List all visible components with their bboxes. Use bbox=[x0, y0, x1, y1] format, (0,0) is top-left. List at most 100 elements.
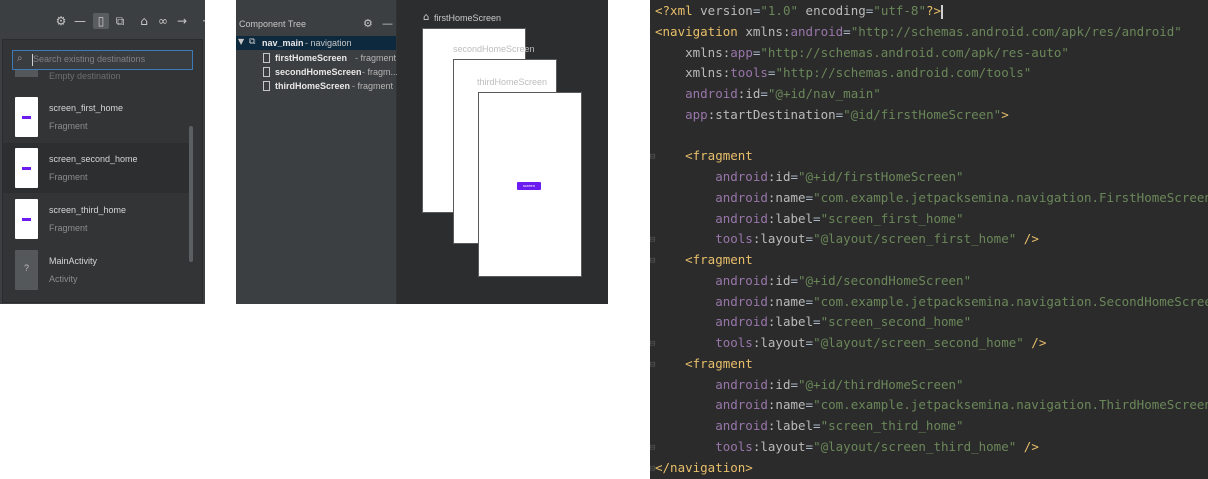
code-token: version bbox=[700, 3, 753, 18]
code-line[interactable]: tools:layout="@layout/screen_second_home… bbox=[655, 333, 1046, 353]
node-suffix: - fragment bbox=[355, 53, 397, 63]
code-token: = bbox=[813, 314, 821, 330]
text-caret bbox=[941, 4, 944, 19]
code-token: "screen_second_home" bbox=[820, 314, 972, 330]
destination-item-screen-second-home[interactable]: screen_second_home Fragment bbox=[3, 143, 189, 193]
nested-graph-icon[interactable]: ⧉ bbox=[112, 13, 128, 29]
code-line[interactable]: <fragment bbox=[655, 146, 753, 166]
code-token: android bbox=[655, 418, 768, 433]
minimize-icon[interactable]: — bbox=[382, 17, 393, 30]
code-token: = bbox=[805, 335, 814, 350]
code-line[interactable] bbox=[655, 126, 663, 146]
code-token: "@layout/screen_second_home" bbox=[813, 335, 1024, 350]
code-token: android bbox=[655, 86, 738, 101]
destination-label-first: firstHomeScreen bbox=[434, 13, 502, 23]
new-destination-icon[interactable]: ▯ bbox=[93, 13, 109, 29]
destination-name: screen_third_home bbox=[49, 205, 127, 215]
code-line[interactable]: android:name="com.example.jetpacksemina.… bbox=[655, 188, 1208, 208]
gear-icon[interactable]: ⚙ bbox=[53, 13, 69, 29]
code-line[interactable]: android:label="screen_third_home" bbox=[655, 416, 963, 436]
destination-name: MainActivity bbox=[49, 256, 98, 266]
destination-item-screen-third-home[interactable]: screen_third_home Fragment bbox=[3, 194, 189, 244]
code-token: :layout bbox=[752, 231, 806, 247]
fold-marker-icon[interactable]: ⊟ bbox=[650, 464, 655, 474]
fold-marker-icon[interactable]: ⊟ bbox=[650, 443, 655, 453]
code-line[interactable]: android:name="com.example.jetpacksemina.… bbox=[655, 292, 1208, 312]
destination-name: screen_first_home bbox=[49, 103, 124, 113]
node-name: thirdHomeScreen bbox=[275, 81, 351, 91]
code-line[interactable]: android:label="screen_first_home" bbox=[655, 209, 963, 229]
code-token: :id bbox=[767, 169, 791, 184]
search-input[interactable]: ⌕ Search existing destinations bbox=[12, 50, 193, 70]
code-line[interactable]: </navigation> bbox=[655, 458, 753, 478]
code-token: "@layout/screen_third_home" bbox=[813, 438, 1017, 454]
fragment-icon bbox=[263, 53, 270, 63]
xml-code-editor[interactable]: <?xml version="1.0" encoding="utf-8"?> <n… bbox=[650, 0, 1208, 479]
code-token: > bbox=[1001, 106, 1009, 122]
code-token: android bbox=[655, 293, 768, 309]
fold-marker-icon[interactable]: ⊟ bbox=[650, 235, 655, 245]
code-token: android bbox=[655, 314, 768, 330]
code-token: app bbox=[730, 44, 753, 60]
gear-icon[interactable]: ⚙ bbox=[363, 17, 373, 30]
code-line[interactable]: xmlns:tools="http://schemas.android.com/… bbox=[655, 63, 1031, 83]
root-name: nav_main bbox=[262, 38, 304, 48]
code-token: :id bbox=[767, 272, 791, 288]
code-line[interactable]: tools:layout="@layout/screen_first_home"… bbox=[655, 229, 1039, 249]
code-line[interactable]: android:id="@+id/nav_main" bbox=[655, 84, 881, 104]
code-line[interactable]: android:label="screen_second_home" bbox=[655, 312, 971, 332]
code-token: = bbox=[760, 86, 768, 101]
destination-label-third: thirdHomeScreen bbox=[477, 77, 548, 87]
code-line[interactable]: xmlns:app="http://schemas.android.com/ap… bbox=[655, 43, 1069, 63]
tree-node-third-home-screen[interactable]: thirdHomeScreen - fragment bbox=[236, 79, 396, 93]
code-line[interactable]: android:id="@+id/thirdHomeScreen" bbox=[655, 375, 963, 395]
code-line[interactable]: android:id="@+id/secondHomeScreen" bbox=[655, 271, 971, 291]
code-token: /> bbox=[1016, 231, 1039, 247]
tree-root-nav-main[interactable]: ▼ ⧉ nav_main - navigation bbox=[236, 36, 396, 50]
component-tree-panel: Component Tree ⚙ — ▼ ⧉ nav_main - naviga… bbox=[236, 0, 608, 304]
code-line[interactable]: <fragment bbox=[655, 250, 753, 270]
popup-scrollbar[interactable] bbox=[189, 126, 193, 262]
destination-label-second: secondHomeScreen bbox=[453, 44, 535, 54]
search-placeholder: Search existing destinations bbox=[33, 54, 146, 64]
node-suffix: - fragm... bbox=[362, 67, 399, 77]
code-token: <fragment bbox=[655, 355, 753, 371]
fold-marker-icon[interactable]: ⊟ bbox=[650, 360, 655, 370]
code-token: /> bbox=[1016, 438, 1039, 454]
more-icon[interactable]: · bbox=[196, 13, 205, 29]
tree-title: Component Tree bbox=[239, 19, 307, 29]
destination-item-screen-first-home[interactable]: screen_first_home Fragment bbox=[3, 92, 189, 142]
destination-type: Fragment bbox=[49, 172, 88, 182]
expand-triangle-icon[interactable]: ▼ bbox=[238, 37, 244, 46]
fold-marker-icon[interactable]: ⊟ bbox=[650, 152, 655, 162]
code-token: = bbox=[790, 376, 798, 392]
tree-node-first-home-screen[interactable]: firstHomeScreen - fragment bbox=[236, 51, 396, 65]
code-line[interactable]: <?xml version="1.0" encoding="utf-8"?> bbox=[655, 1, 944, 21]
code-line[interactable]: app:startDestination="@id/firstHomeScree… bbox=[655, 105, 1009, 125]
code-token: /> bbox=[1023, 335, 1047, 350]
node-suffix: - fragment bbox=[352, 81, 394, 91]
destination-popup: ⌕ Search existing destinations Empty des… bbox=[2, 39, 203, 303]
destination-picker-panel: ⚙ — ▯ ⧉ ⌂ ∞ → · ⌕ Search existing destin… bbox=[0, 0, 205, 304]
code-token: = bbox=[790, 169, 798, 184]
destination-item-main-activity[interactable]: ? MainActivity Activity bbox=[3, 245, 189, 295]
navigation-design-surface[interactable]: ⌂ firstHomeScreen secondHomeScreen third… bbox=[397, 0, 608, 304]
code-line[interactable]: android:name="com.example.jetpacksemina.… bbox=[655, 395, 1208, 415]
code-token: = bbox=[805, 293, 814, 309]
link-icon[interactable]: ∞ bbox=[155, 13, 171, 29]
code-token: app bbox=[655, 106, 708, 122]
fold-marker-icon[interactable]: ⊟ bbox=[650, 256, 655, 266]
code-line[interactable]: tools:layout="@layout/screen_third_home"… bbox=[655, 437, 1039, 457]
code-line[interactable]: android:id="@+id/firstHomeScreen" bbox=[655, 167, 963, 187]
code-line[interactable]: <navigation xmlns:android="http://schema… bbox=[655, 22, 1182, 42]
home-icon[interactable]: ⌂ bbox=[136, 13, 152, 29]
arrow-right-icon[interactable]: → bbox=[174, 13, 190, 29]
fold-marker-icon[interactable]: ⊟ bbox=[650, 339, 655, 349]
code-token: = bbox=[813, 210, 821, 226]
minimize-icon[interactable]: — bbox=[72, 13, 88, 29]
code-token: :layout bbox=[752, 438, 806, 454]
code-token: <fragment bbox=[655, 252, 753, 267]
tree-node-second-home-screen[interactable]: secondHomeScreen - fragm... bbox=[236, 65, 399, 79]
code-line[interactable]: <fragment bbox=[655, 354, 753, 374]
